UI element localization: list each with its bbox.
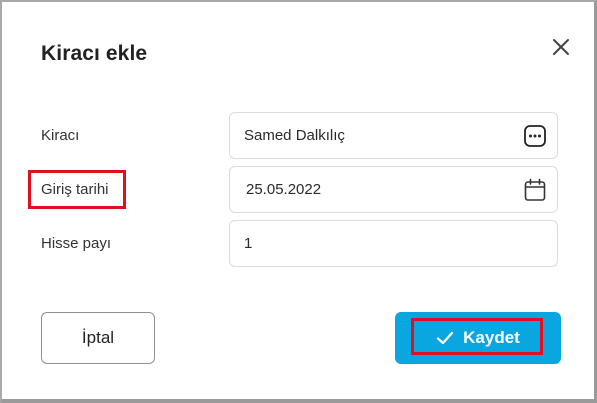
- tenant-value: Samed Dalkılıç: [244, 127, 345, 144]
- share-label: Hisse payı: [41, 235, 112, 252]
- close-button[interactable]: [550, 36, 572, 58]
- more-options-icon: [524, 125, 546, 147]
- share-input[interactable]: 1: [229, 220, 558, 267]
- tenant-label: Kiracı: [41, 127, 80, 144]
- cancel-button[interactable]: İptal: [41, 312, 155, 364]
- entry-date-field[interactable]: 25.05.2022: [229, 166, 558, 213]
- check-icon: [437, 331, 454, 345]
- save-button[interactable]: Kaydet: [395, 312, 561, 364]
- save-button-label: Kaydet: [463, 328, 520, 347]
- cancel-button-label: İptal: [81, 328, 115, 347]
- entry-date-label: Giriş tarihi: [41, 181, 109, 198]
- dialog: Kiracı ekle Kiracı Samed Dalkılıç Giriş …: [0, 0, 597, 403]
- dialog-title: Kiracı ekle: [41, 42, 148, 65]
- entry-date-value: 25.05.2022: [246, 181, 322, 198]
- close-icon: [553, 39, 569, 55]
- calendar-icon: [524, 178, 546, 201]
- tenant-picker-button[interactable]: [523, 124, 547, 148]
- tenant-field[interactable]: Samed Dalkılıç: [229, 112, 558, 159]
- calendar-button[interactable]: [523, 178, 547, 202]
- share-value: 1: [244, 235, 253, 252]
